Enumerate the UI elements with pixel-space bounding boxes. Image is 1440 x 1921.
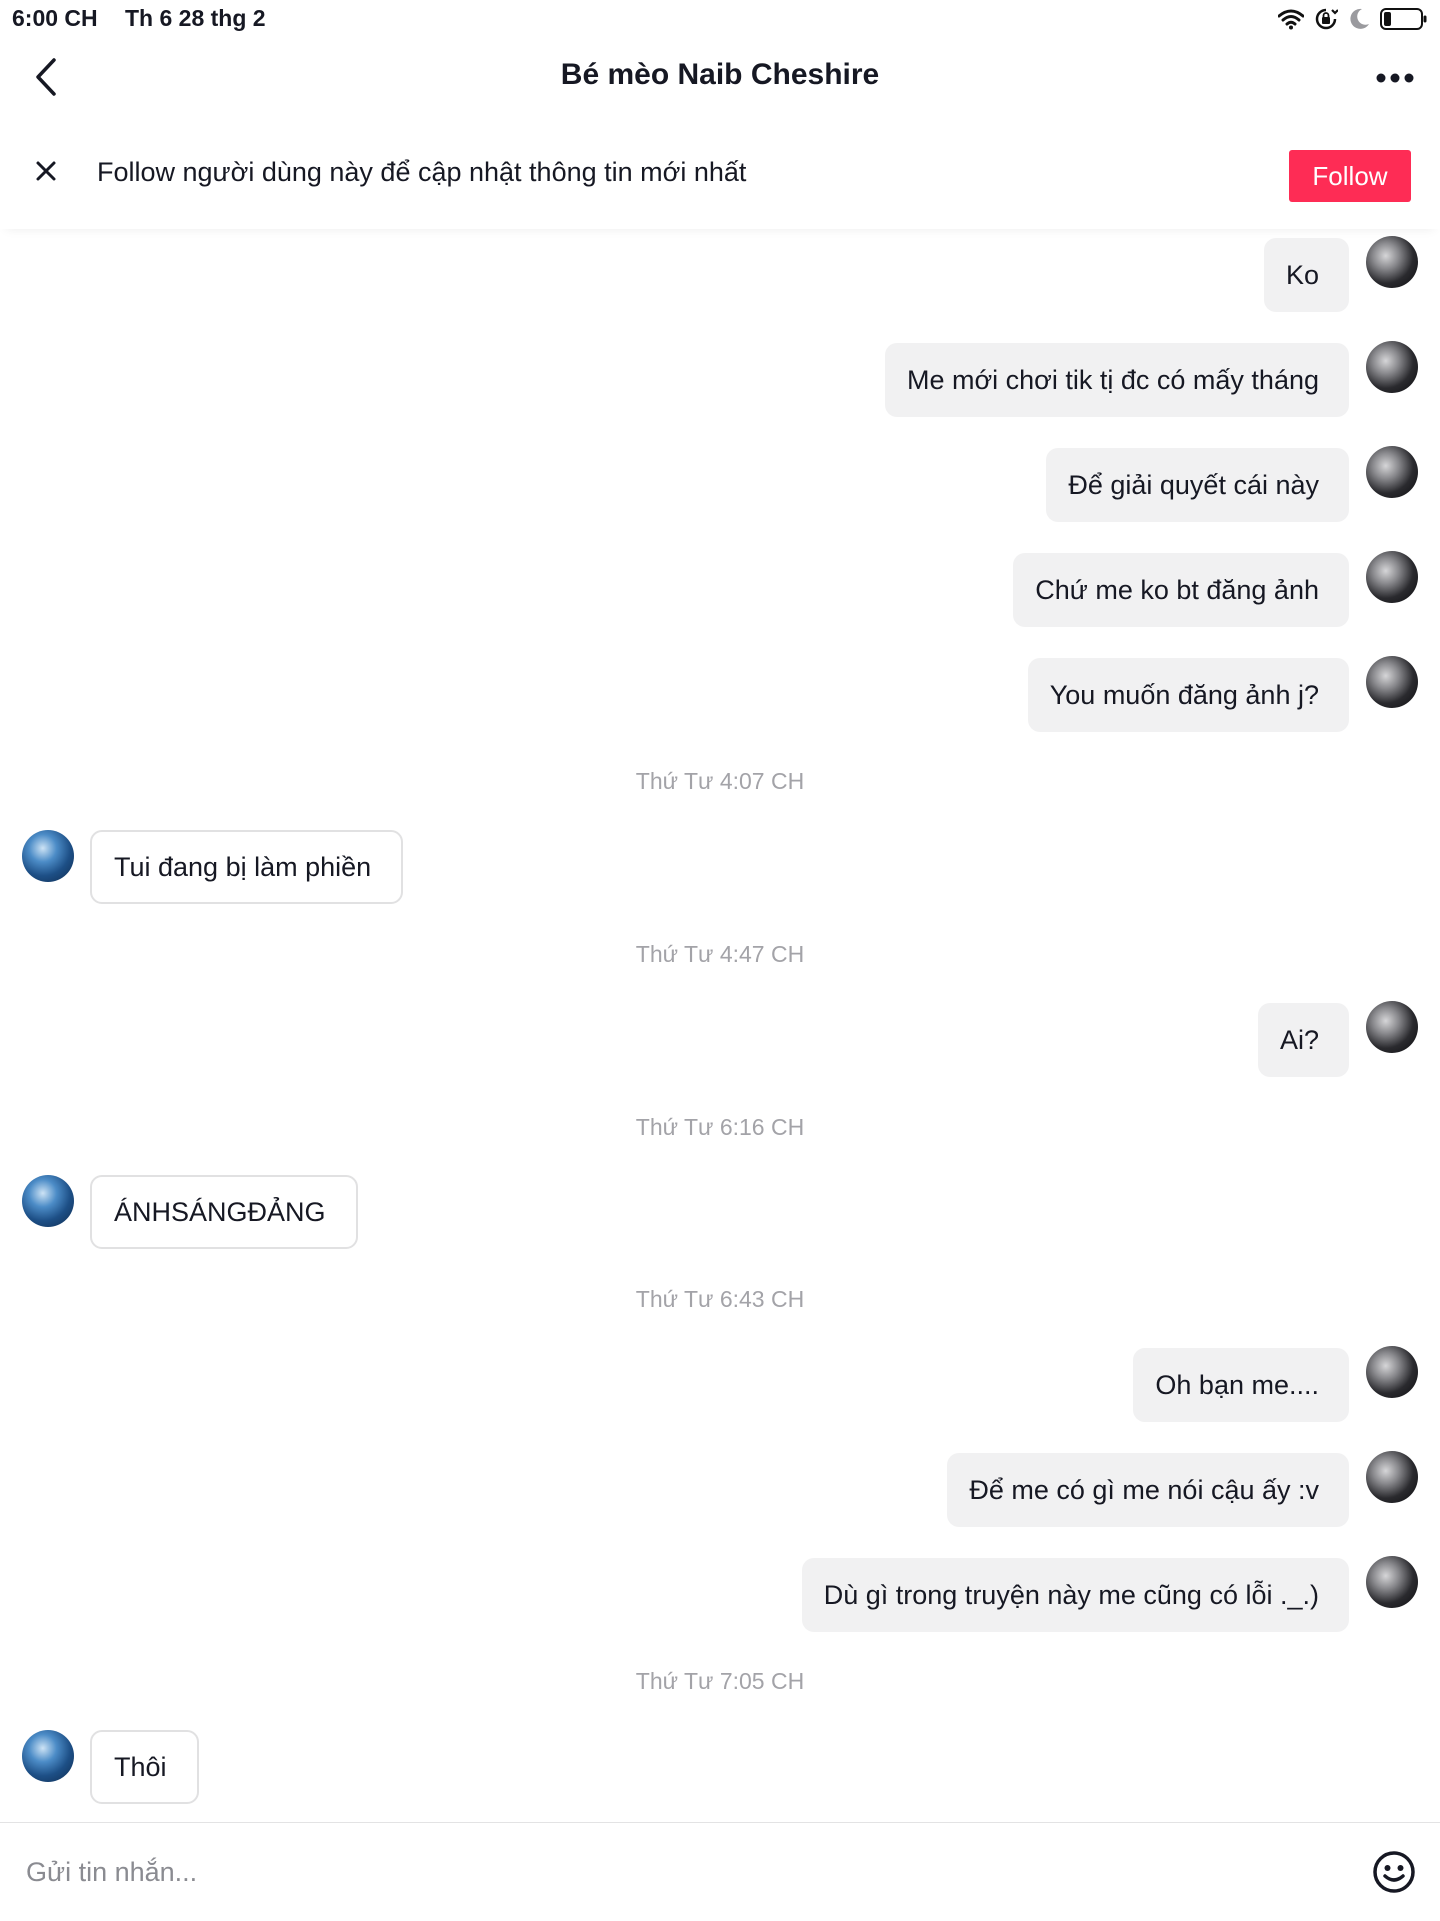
- message-timestamp: Thứ Tư 4:07 CH: [635, 768, 805, 794]
- avatar-contact[interactable]: [22, 1730, 74, 1782]
- close-icon: [35, 160, 57, 187]
- message-timestamp: Thứ Tư 4:47 CH: [635, 941, 805, 967]
- avatar-self[interactable]: [1366, 1346, 1418, 1398]
- chat-title: Bé mèo Naib Cheshire: [560, 58, 880, 91]
- message-bubble-outgoing: Ko: [1263, 238, 1349, 312]
- avatar-self[interactable]: [1366, 1556, 1418, 1608]
- message-bubble-outgoing: Chứ me ko bt đăng ảnh: [1013, 553, 1349, 627]
- message-bubble-outgoing: Me mới chơi tik tị đc có mấy tháng: [884, 343, 1349, 417]
- message-bubble-outgoing: Để giải quyết cái này: [1046, 448, 1349, 522]
- battery-icon: [1380, 7, 1428, 31]
- emoji-button[interactable]: [1372, 1850, 1416, 1894]
- avatar-self[interactable]: [1366, 341, 1418, 393]
- message-timestamp: Thứ Tư 7:05 CH: [635, 1668, 805, 1694]
- status-bar: 6:00 CH Th 6 28 thg 2: [0, 0, 1440, 38]
- message-bubble-incoming: ÁNHSÁNGĐẢNG: [90, 1175, 358, 1249]
- more-horizontal-icon: [1375, 71, 1415, 89]
- message-bubble-outgoing: You muốn đăng ảnh j?: [1027, 658, 1349, 732]
- moon-icon: [1348, 7, 1370, 31]
- message-timestamp: Thứ Tư 6:43 CH: [635, 1286, 805, 1312]
- avatar-contact[interactable]: [22, 1175, 74, 1227]
- message-input[interactable]: [24, 1845, 1328, 1899]
- status-icons: [1278, 5, 1428, 33]
- message-bubble-outgoing: Ai?: [1257, 1003, 1349, 1077]
- follow-banner-text: Follow người dùng này để cập nhật thông …: [97, 157, 747, 187]
- emoji-smile-icon: [1372, 1851, 1416, 1898]
- message-bubble-incoming: Thôi: [90, 1730, 199, 1804]
- status-date: Th 6 28 thg 2: [125, 5, 266, 31]
- message-bubble-outgoing: Oh bạn me....: [1133, 1348, 1349, 1422]
- avatar-self[interactable]: [1366, 1001, 1418, 1053]
- message-bubble-incoming: Tui đang bị làm phiền: [90, 830, 404, 904]
- more-options-button[interactable]: [1370, 60, 1420, 100]
- follow-button[interactable]: Follow: [1289, 150, 1411, 202]
- banner-close-button[interactable]: [28, 155, 64, 191]
- avatar-self[interactable]: [1366, 236, 1418, 288]
- chat-header: Bé mèo Naib Cheshire: [0, 38, 1440, 120]
- avatar-self[interactable]: [1366, 446, 1418, 498]
- message-bubble-outgoing: Để me có gì me nói cậu ấy :v: [947, 1453, 1349, 1527]
- avatar-self[interactable]: [1366, 551, 1418, 603]
- avatar-contact[interactable]: [22, 830, 74, 882]
- message-timestamp: Thứ Tư 6:16 CH: [635, 1114, 805, 1140]
- message-list[interactable]: Ko Me mới chơi tik tị đc có mấy tháng Để…: [0, 229, 1440, 1821]
- avatar-self[interactable]: [1366, 1451, 1418, 1503]
- wifi-icon: [1278, 8, 1304, 30]
- orientation-lock-icon: [1314, 7, 1338, 31]
- message-input-bar: [0, 1822, 1440, 1921]
- follow-banner: Follow người dùng này để cập nhật thông …: [0, 119, 1440, 229]
- status-time: 6:00 CH: [12, 5, 98, 31]
- message-bubble-outgoing: Dù gì trong truyện này me cũng có lỗi ._…: [801, 1558, 1349, 1632]
- avatar-self[interactable]: [1366, 656, 1418, 708]
